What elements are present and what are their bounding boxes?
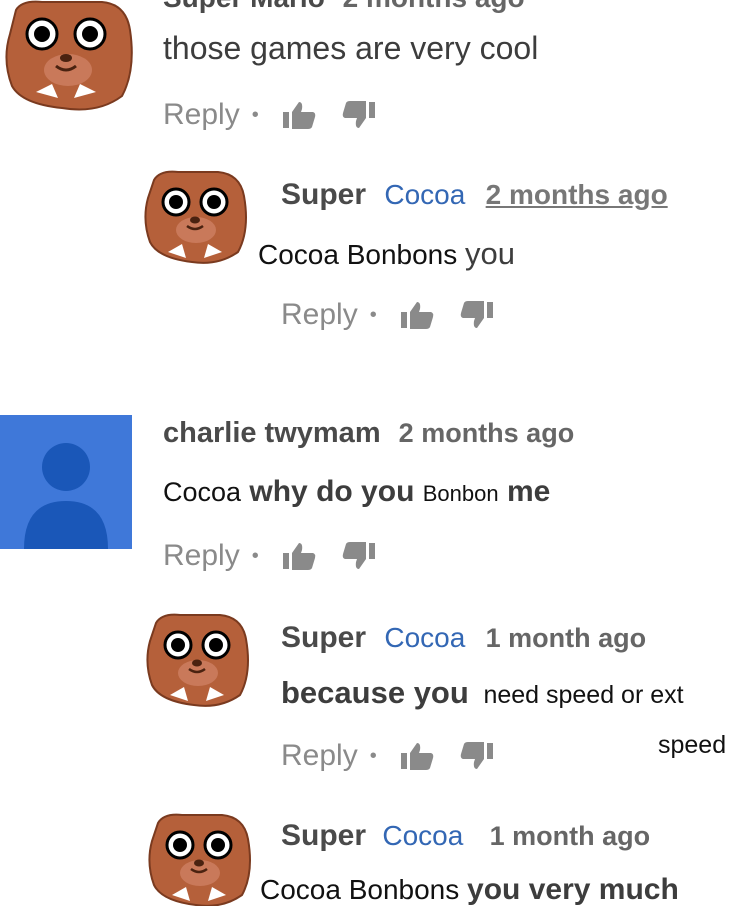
comment-time[interactable]: 2 months ago <box>343 0 525 13</box>
comment-text-plain: Bonbon <box>422 481 499 506</box>
author-name[interactable]: charlie twymam <box>163 417 381 449</box>
comment-text: Cocoa why do you Bonbon me <box>163 475 550 509</box>
comment-actions: Reply • <box>281 739 519 773</box>
comment-time[interactable]: 2 months ago <box>486 179 668 210</box>
comment-author[interactable]: Super Cocoa 1 month ago <box>281 819 650 853</box>
separator-dot: • <box>369 303 377 326</box>
thumbs-up-icon[interactable] <box>281 100 317 130</box>
comment-time[interactable]: 1 month ago <box>490 821 651 851</box>
avatar-bear[interactable] <box>146 811 254 906</box>
comment-text-rest: you very much <box>467 873 679 906</box>
comment-text: Cocoa Bonbons you <box>258 236 515 272</box>
comment-text-rest: you <box>465 236 516 271</box>
comment-time[interactable]: 1 month ago <box>486 623 647 653</box>
author-name[interactable]: Super Mario <box>163 0 325 13</box>
author-name[interactable]: Super <box>281 621 366 654</box>
thumbs-down-icon[interactable] <box>459 300 495 330</box>
comment-author[interactable]: Super Cocoa 2 months ago <box>281 178 668 212</box>
comment-text-plain: need speed or ext <box>483 681 684 709</box>
avatar-bear[interactable] <box>142 168 250 266</box>
comment-actions: Reply • <box>163 98 401 132</box>
thumbs-down-icon[interactable] <box>459 741 495 771</box>
comment-4: Super Cocoa 1 month ago because you need… <box>0 605 748 795</box>
comment-5: Super Cocoa 1 month ago Cocoa Bonbons yo… <box>0 805 748 906</box>
author-name-suffix[interactable]: Cocoa <box>382 820 463 851</box>
comment-actions: Reply • <box>163 539 401 573</box>
comment-text-rest: me <box>506 475 551 508</box>
reply-button[interactable]: Reply <box>163 98 240 132</box>
comment-actions: Reply • <box>281 298 519 332</box>
separator-dot: • <box>251 103 259 126</box>
reply-button[interactable]: Reply <box>163 539 240 573</box>
reply-button[interactable]: Reply <box>281 298 358 332</box>
avatar-bear[interactable] <box>2 0 136 112</box>
comment-author[interactable]: Super Cocoa 1 month ago <box>281 621 646 655</box>
author-name[interactable]: Super <box>281 819 366 852</box>
comment-1: Super Mario 2 months ago those games are… <box>0 0 748 150</box>
comment-text-plain: Cocoa Bonbons <box>258 239 458 270</box>
comment-time[interactable]: 2 months ago <box>399 418 575 448</box>
comment-text-rest: because you <box>281 675 469 710</box>
comment-text-plain: Cocoa <box>163 477 242 507</box>
thumbs-down-icon[interactable] <box>341 100 377 130</box>
comment-2: Super Cocoa 2 months ago Cocoa Bonbons y… <box>0 160 748 350</box>
user-silhouette-icon <box>24 443 108 549</box>
comment-text-rest: why do you <box>249 475 415 508</box>
comment-text: those games are very cool <box>163 30 539 66</box>
separator-dot: • <box>251 544 259 567</box>
separator-dot: • <box>369 744 377 767</box>
thumbs-up-icon[interactable] <box>399 741 435 771</box>
comment-text: Cocoa Bonbons you very much <box>260 873 679 906</box>
comment-text-plain: Cocoa Bonbons <box>260 874 460 905</box>
thumbs-up-icon[interactable] <box>281 541 317 571</box>
thumbs-up-icon[interactable] <box>399 300 435 330</box>
comment-author[interactable]: charlie twymam 2 months ago <box>163 417 574 450</box>
thumbs-down-icon[interactable] <box>341 541 377 571</box>
comment-text-plain: speed <box>658 731 727 759</box>
comment-text: because you need speed or ext <box>281 675 684 711</box>
author-name-suffix[interactable]: Cocoa <box>384 179 465 210</box>
author-name[interactable]: Super <box>281 178 366 211</box>
comment-text-continued: speed <box>658 731 726 760</box>
comment-3: charlie twymam 2 months ago Cocoa why do… <box>0 405 748 595</box>
avatar-default[interactable] <box>0 415 132 549</box>
author-name-suffix[interactable]: Cocoa <box>384 622 465 653</box>
reply-button[interactable]: Reply <box>281 739 358 773</box>
comment-author[interactable]: Super Mario 2 months ago <box>163 0 525 14</box>
avatar-bear[interactable] <box>144 611 252 709</box>
